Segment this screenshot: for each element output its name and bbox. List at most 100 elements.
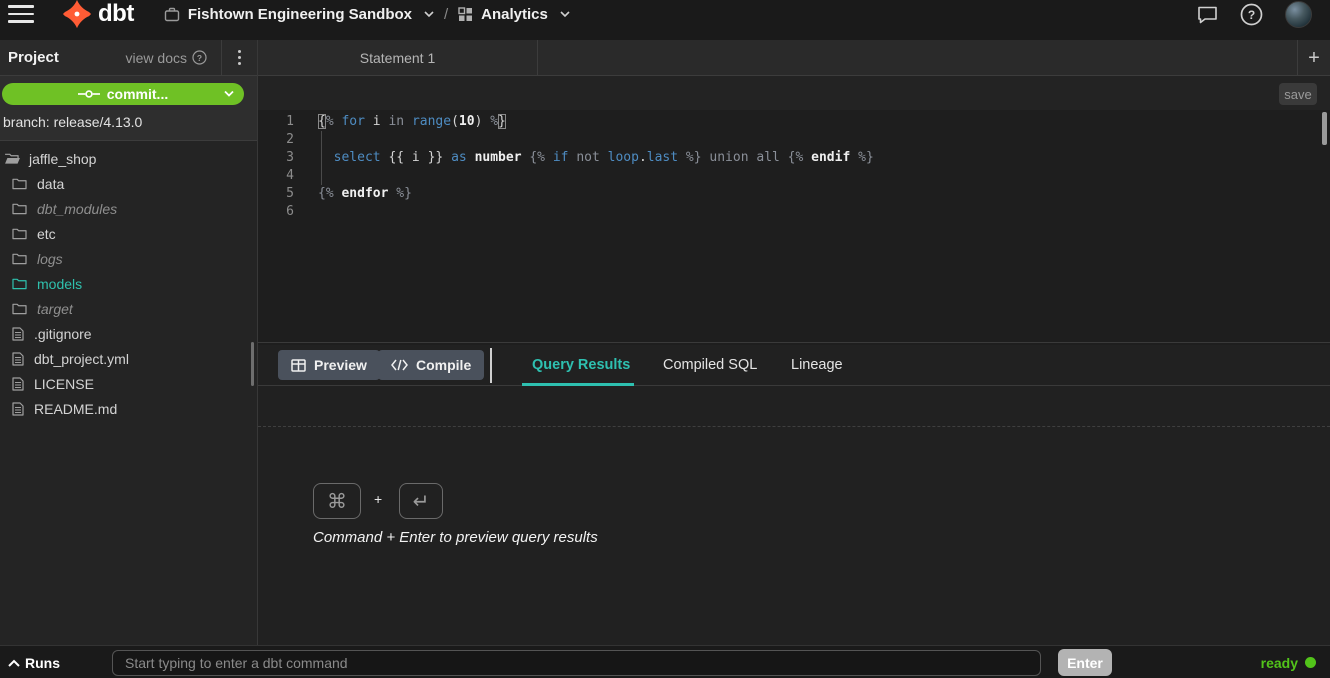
code-line-3: 3 select {{ i }} as number {% if not loo…: [258, 149, 1330, 167]
top-bar: dbt Fishtown Engineering Sandbox / Analy…: [0, 0, 1330, 40]
indent-guide: [321, 131, 322, 185]
tree-item-etc[interactable]: etc: [0, 221, 257, 246]
svg-text:?: ?: [197, 53, 202, 63]
preview-hint-text: Command + Enter to preview query results: [313, 529, 598, 546]
folder-icon: [12, 302, 27, 315]
dbt-logo-text: dbt: [98, 0, 134, 28]
tree-item-models[interactable]: models: [0, 271, 257, 296]
git-commit-icon: [78, 89, 100, 99]
tab-compiled-sql[interactable]: Compiled SQL: [663, 345, 757, 386]
dbt-logo-mark: [62, 0, 92, 29]
code-icon: [391, 359, 408, 371]
chevron-down-icon: [424, 9, 434, 19]
command-key-glyph: ⌘: [327, 489, 347, 514]
status-dot: [1305, 657, 1316, 668]
view-docs-label: view docs: [126, 50, 187, 66]
code-text: {% for i in range(10) %}: [294, 113, 506, 131]
runs-toggle[interactable]: Runs: [8, 646, 60, 678]
line-number: 4: [258, 167, 294, 185]
file-tree: jaffle_shopdata dbt_modulesetclogs models t…: [0, 141, 257, 421]
file-icon: [12, 352, 24, 366]
editor-scrollbar[interactable]: [1322, 112, 1327, 145]
editor-tab-bar: Statement 1 +: [258, 40, 1330, 76]
tree-item-readme-md[interactable]: README.md: [0, 396, 257, 421]
tree-item-label: dbt_project.yml: [34, 351, 129, 367]
new-tab-button[interactable]: +: [1297, 40, 1330, 76]
tab-lineage[interactable]: Lineage: [791, 345, 843, 386]
svg-text:?: ?: [1248, 8, 1255, 22]
preview-button-label: Preview: [314, 357, 367, 373]
enter-button[interactable]: Enter: [1058, 649, 1112, 676]
code-lines: 1{% for i in range(10) %}23 select {{ i …: [258, 113, 1330, 221]
status-label: ready: [1261, 655, 1298, 671]
commit-button[interactable]: commit...: [2, 83, 244, 105]
toolbar-divider: [490, 348, 492, 383]
plus-separator: +: [374, 491, 382, 507]
branch-label: branch: release/4.13.0: [0, 105, 257, 132]
line-number: 3: [258, 149, 294, 167]
code-line-5: 5{% endfor %}: [258, 185, 1330, 203]
code-line-6: 6: [258, 203, 1330, 221]
code-text: [294, 131, 318, 149]
briefcase-icon: [164, 7, 180, 22]
tree-item-label: models: [37, 276, 82, 292]
dbt-cloud-ide: dbt Fishtown Engineering Sandbox / Analy…: [0, 0, 1330, 678]
results-panel: Preview Compile Query Results Compiled SQ…: [258, 345, 1330, 645]
user-avatar[interactable]: [1285, 1, 1312, 28]
line-number: 1: [258, 113, 294, 131]
feedback-chat-button[interactable]: [1197, 5, 1218, 24]
tree-item-target[interactable]: target: [0, 296, 257, 321]
command-key: ⌘: [313, 483, 361, 519]
workspace-name: Fishtown Engineering Sandbox: [188, 6, 412, 23]
status-bar: Runs Enter ready: [0, 645, 1330, 678]
tree-item--gitignore[interactable]: .gitignore: [0, 321, 257, 346]
question-circle-icon: ?: [192, 50, 207, 65]
commit-button-label: commit...: [107, 86, 168, 102]
file-icon: [12, 327, 24, 341]
workspace-selector[interactable]: Fishtown Engineering Sandbox: [164, 6, 434, 23]
dbt-command-input[interactable]: [112, 650, 1041, 676]
sidebar-menu-button[interactable]: [221, 40, 257, 76]
tree-item-dbt-project-yml[interactable]: dbt_project.yml: [0, 346, 257, 371]
code-text: [294, 167, 318, 185]
code-line-2: 2: [258, 131, 1330, 149]
tree-item-label: dbt_modules: [37, 201, 117, 217]
compile-button[interactable]: Compile: [378, 350, 484, 380]
sidebar-scrollbar[interactable]: [251, 342, 254, 386]
folder-icon: [12, 227, 27, 240]
folder-icon: [12, 177, 27, 190]
preview-button[interactable]: Preview: [278, 350, 380, 380]
tree-item-dbt-modules[interactable]: dbt_modules: [0, 196, 257, 221]
compile-button-label: Compile: [416, 357, 471, 373]
code-line-1: 1{% for i in range(10) %}: [258, 113, 1330, 131]
runs-label: Runs: [25, 655, 60, 671]
breadcrumb-separator: /: [444, 6, 448, 23]
view-docs-link[interactable]: view docs ?: [126, 50, 221, 66]
line-number: 5: [258, 185, 294, 203]
enter-key-glyph: ↵: [413, 489, 430, 514]
tab-query-results[interactable]: Query Results: [532, 345, 630, 386]
tree-item-license[interactable]: LICENSE: [0, 371, 257, 396]
code-text: [294, 203, 318, 221]
line-number: 6: [258, 203, 294, 221]
folder-open-icon: [4, 152, 21, 165]
dbt-logo: dbt: [62, 0, 134, 29]
tree-item-jaffle-shop[interactable]: jaffle_shop: [0, 146, 257, 171]
code-editor[interactable]: 1{% for i in range(10) %}23 select {{ i …: [258, 110, 1330, 343]
tree-item-logs[interactable]: logs: [0, 246, 257, 271]
folder-icon: [12, 252, 27, 265]
tree-item-label: README.md: [34, 401, 117, 417]
help-button[interactable]: ?: [1240, 3, 1263, 26]
tree-item-data[interactable]: data: [0, 171, 257, 196]
hamburger-menu-icon[interactable]: [0, 0, 40, 28]
results-toolbar: Preview Compile Query Results Compiled SQ…: [258, 345, 1330, 386]
project-selector[interactable]: Analytics: [458, 6, 570, 23]
file-icon: [12, 377, 24, 391]
ide-status: ready: [1261, 646, 1316, 678]
code-text: {% endfor %}: [294, 185, 412, 203]
folder-icon: [12, 277, 27, 290]
file-icon: [12, 402, 24, 416]
question-circle-icon: ?: [1240, 3, 1263, 26]
tab-statement-1[interactable]: Statement 1: [258, 40, 538, 76]
save-button[interactable]: save: [1279, 83, 1317, 105]
